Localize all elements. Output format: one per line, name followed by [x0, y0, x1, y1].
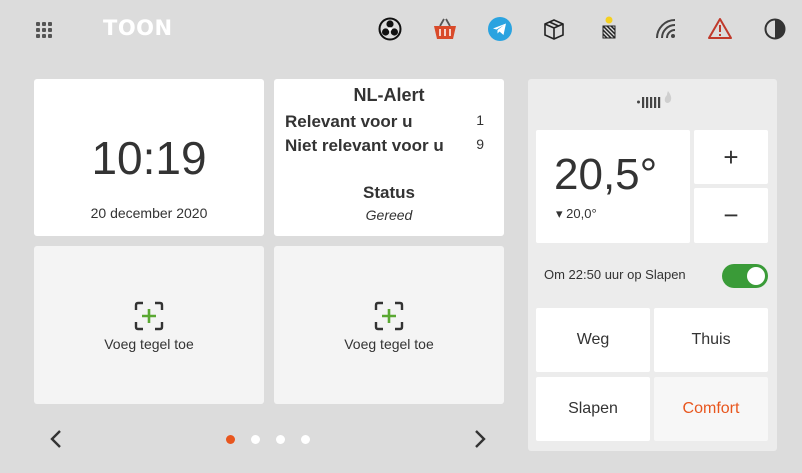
alert-status-value: Gereed	[365, 207, 413, 223]
chevron-left-icon[interactable]	[46, 428, 66, 450]
alert-row-relevant: Relevant voor u 1	[285, 112, 484, 132]
clock-tile[interactable]: 10:19 20 december 2020	[34, 79, 264, 236]
top-bar: TOON	[0, 0, 802, 58]
toggle-knob	[747, 267, 765, 285]
chevron-right-icon[interactable]	[470, 428, 490, 450]
add-tile-label: Voeg tegel toe	[344, 336, 434, 352]
alert-row-not-relevant: Niet relevant voor u 9	[285, 136, 484, 156]
apps-grid-icon[interactable]	[36, 22, 52, 38]
wifi-icon[interactable]	[653, 16, 679, 42]
mode-slapen-button[interactable]: Slapen	[536, 377, 650, 441]
nl-alert-title: NL-Alert	[353, 85, 425, 105]
page-dot[interactable]	[301, 435, 310, 444]
add-tile-icon	[134, 301, 164, 331]
page-dot[interactable]	[276, 435, 285, 444]
mode-thuis-button[interactable]: Thuis	[654, 308, 768, 372]
schedule-text: Om 22:50 uur op Slapen	[544, 267, 686, 282]
shopping-basket-icon[interactable]	[432, 16, 458, 42]
mode-weg-button[interactable]: Weg	[536, 308, 650, 372]
fan-icon[interactable]	[377, 16, 403, 42]
alert-row-count: 9	[476, 136, 484, 152]
solar-panel-icon[interactable]	[597, 16, 623, 42]
contrast-icon[interactable]	[762, 16, 788, 42]
temperature-plus-button[interactable]: +	[694, 130, 768, 184]
telegram-icon[interactable]	[487, 16, 513, 42]
package-icon[interactable]	[541, 16, 567, 42]
toon-logo: TOON	[103, 16, 173, 40]
setpoint-temperature: ▾ 20,0°	[556, 206, 597, 221]
temperature-display: 20,5° ▾ 20,0°	[536, 130, 690, 243]
page-dot[interactable]	[226, 435, 235, 444]
add-tile-button[interactable]: Voeg tegel toe	[34, 246, 264, 404]
alert-row-label: Relevant voor u	[285, 112, 413, 131]
clock-date: 20 december 2020	[90, 205, 208, 221]
add-tile-label: Voeg tegel toe	[104, 336, 194, 352]
page-dot[interactable]	[251, 435, 260, 444]
alert-row-count: 1	[476, 112, 484, 128]
schedule-toggle[interactable]	[722, 264, 768, 288]
temperature-minus-button[interactable]: −	[694, 188, 768, 243]
clock-time: 10:19	[91, 132, 207, 184]
alert-row-label: Niet relevant voor u	[285, 136, 444, 155]
heater-flame-icon	[637, 91, 672, 108]
thermostat-panel: 20,5° ▾ 20,0° + − Om 22:50 uur op Slapen…	[528, 79, 777, 451]
current-temperature: 20,5°	[554, 150, 658, 199]
alert-status-label: Status	[363, 183, 415, 202]
mode-comfort-button[interactable]: Comfort	[654, 377, 768, 441]
warning-icon[interactable]	[707, 16, 733, 42]
nl-alert-tile[interactable]: NL-Alert Relevant voor u 1 Niet relevant…	[274, 79, 504, 236]
add-tile-icon	[374, 301, 404, 331]
add-tile-button[interactable]: Voeg tegel toe	[274, 246, 504, 404]
